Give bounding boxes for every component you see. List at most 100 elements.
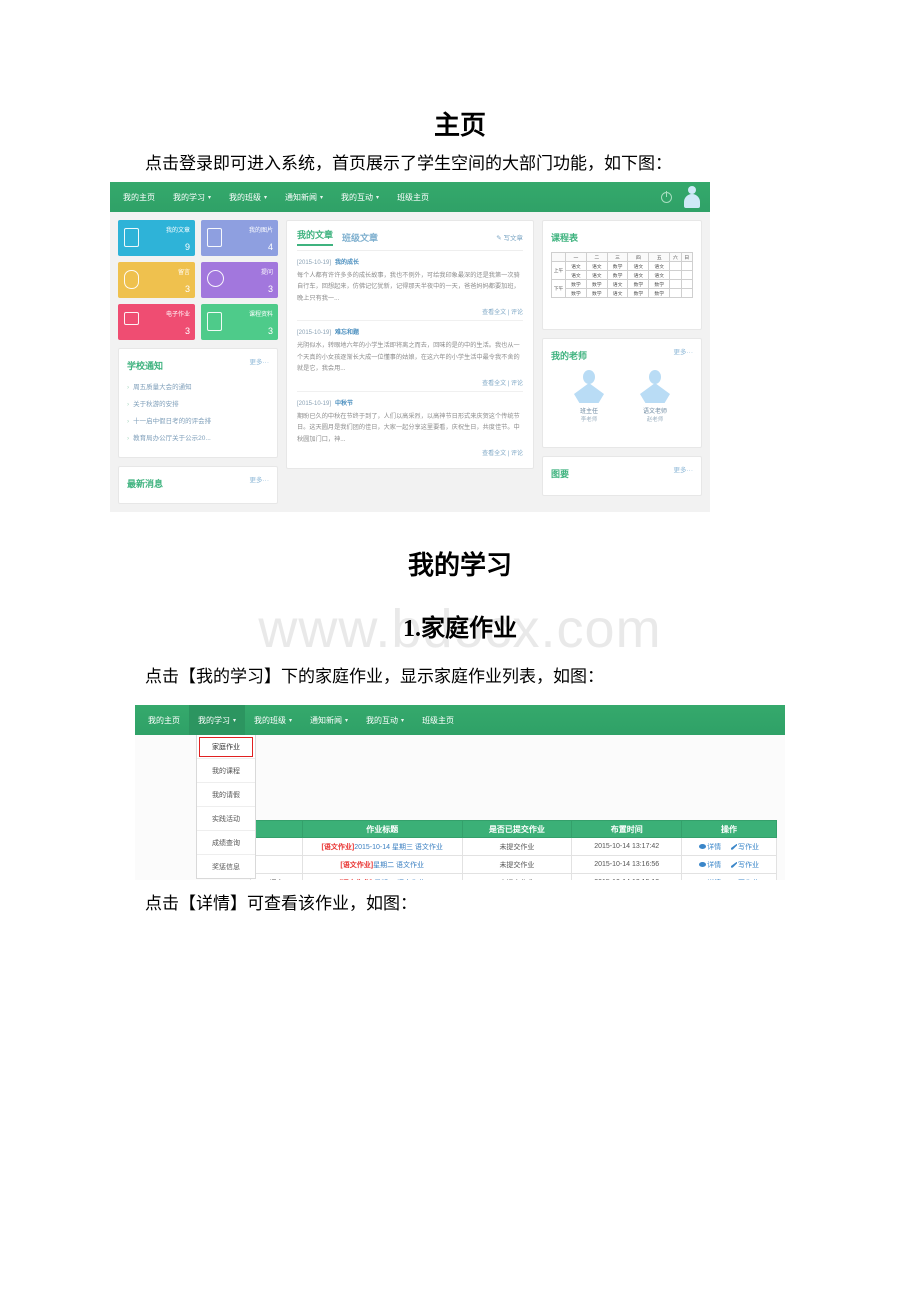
nav-item-my-study[interactable]: 我的学习 ▾ — [164, 182, 220, 212]
more-link[interactable]: 更多··· — [674, 464, 694, 474]
view-full-link[interactable]: 查看全文 — [482, 451, 506, 457]
teacher-item[interactable]: 班主任 李老师 — [563, 370, 615, 423]
schedule-cell: 语文 — [565, 261, 587, 271]
notice-list-item[interactable]: › 十一启中假日考的的评会排 — [127, 415, 269, 425]
homework-title-link[interactable]: 星期二 语文作业 — [373, 862, 424, 869]
nav-item-my-interaction[interactable]: 我的互动 ▾ — [357, 705, 413, 735]
cell-title[interactable]: [语文作业]星期二 语文作业 — [301, 855, 463, 874]
detail-button[interactable]: 详情 — [699, 880, 721, 881]
cell-subject — [250, 855, 303, 874]
document-icon — [124, 228, 139, 247]
nav-item-class-home[interactable]: 班级主页 — [388, 182, 438, 212]
schedule-day: 二 — [585, 252, 608, 262]
comment-link[interactable]: 评论 — [511, 310, 523, 316]
schedule-cell: 数学 — [606, 261, 629, 271]
tile-course-material[interactable]: 课程资料 3 — [201, 304, 278, 340]
schedule-card: 课程表 一 二 三 四 五 六 日 上午 语文 语文 数学 语文 语文 语文 语… — [542, 220, 702, 330]
write-homework-button[interactable]: 写作业 — [731, 862, 759, 869]
teacher-role: 语文老师 — [642, 409, 667, 415]
chevron-down-icon: ▾ — [289, 717, 293, 724]
card-title: 最新消息 — [127, 479, 164, 490]
user-avatar-icon[interactable] — [682, 185, 702, 209]
chevron-down-icon: ▾ — [264, 194, 268, 201]
detail-button[interactable]: 详情 — [699, 862, 721, 869]
more-link[interactable]: 更多··· — [250, 474, 270, 484]
nav-item-label: 我的学习 — [198, 715, 230, 725]
tile-my-articles[interactable]: 我的文章 9 — [118, 220, 195, 256]
schedule-day: 一 — [565, 252, 587, 262]
home-left-column: 我的文章 9 我的图片 4 留言 3 提问 3 电子作业 3 课程资料 3 学校… — [118, 220, 278, 504]
notice-list-item[interactable]: › 关于秋游的安排 — [127, 398, 269, 408]
nav-item-my-interaction[interactable]: 我的互动 ▾ — [332, 182, 388, 212]
nav-item-label: 我的主页 — [123, 192, 155, 202]
menu-item-grade-query[interactable]: 成绩查询 — [197, 831, 255, 855]
tab-my-articles[interactable]: 我的文章 — [297, 228, 334, 246]
write-article-link[interactable]: ✎ 写文章 — [496, 232, 523, 242]
cell-title[interactable]: [语文作业] 星期一 语文作业 — [301, 873, 463, 881]
card-title: 课程表 — [551, 233, 579, 243]
tile-label: 电子作业 — [165, 312, 190, 318]
cell-title[interactable]: [语文作业]2015-10-14 星期三 语文作业 — [301, 837, 463, 856]
menu-item-my-leave[interactable]: 我的请假 — [197, 783, 255, 807]
tile-messages[interactable]: 留言 3 — [118, 262, 195, 298]
homework-title-link[interactable]: 2015-10-14 星期三 语文作业 — [354, 844, 443, 851]
view-full-link[interactable]: 查看全文 — [482, 310, 506, 316]
article-title[interactable]: 我的成长 — [335, 260, 359, 266]
more-link[interactable]: 更多··· — [250, 356, 270, 366]
intro-paragraph-homework: 点击【我的学习】下的家庭作业，显示家庭作业列表，如图： — [145, 667, 604, 686]
article-title[interactable]: 难忘和题 — [335, 330, 359, 336]
nav-item-label: 通知新闻 — [310, 715, 343, 725]
notice-list-item[interactable]: › 周五质量大会的通知 — [127, 381, 269, 391]
chevron-down-icon: ▾ — [345, 717, 349, 724]
cell-subject — [250, 837, 303, 856]
schedule-cell: 语文 — [565, 270, 587, 280]
view-full-link[interactable]: 查看全文 — [482, 381, 506, 387]
nav-item-class-home[interactable]: 班级主页 — [413, 705, 463, 735]
article-title[interactable]: 中秋节 — [335, 401, 353, 407]
intro-paragraph-home: 点击登录即可进入系统，首页展示了学生空间的大部门功能，如下图： — [145, 154, 672, 173]
detail-button[interactable]: 详情 — [699, 844, 721, 851]
schedule-cell — [669, 288, 682, 298]
my-study-dropdown-menu: 家庭作业 我的课程 我的请假 实践活动 成绩查询 奖惩信息 — [196, 735, 256, 879]
write-homework-button[interactable]: 写作业 — [731, 880, 759, 881]
cell-status: 未提交作业 — [461, 855, 573, 874]
comment-link[interactable]: 评论 — [511, 451, 523, 457]
nav-item-my-home[interactable]: 我的主页 — [139, 705, 189, 735]
tile-my-photos[interactable]: 我的图片 4 — [201, 220, 278, 256]
schedule-day: 五 — [648, 252, 671, 262]
menu-item-reward-punishment[interactable]: 奖惩信息 — [197, 855, 255, 878]
cell-actions: 详情 写作业 — [681, 873, 777, 881]
tab-class-articles[interactable]: 班级文章 — [342, 231, 378, 244]
nav-item-my-study[interactable]: 我的学习 ▾ — [189, 705, 246, 735]
nav-item-notice-news[interactable]: 通知新闻 ▾ — [276, 182, 332, 212]
teacher-name: 赵老师 — [646, 417, 664, 423]
nav-item-notice-news[interactable]: 通知新闻 ▾ — [301, 705, 357, 735]
teacher-avatar-icon — [572, 370, 606, 404]
menu-item-practice-activity[interactable]: 实践活动 — [197, 807, 255, 831]
nav-item-my-class[interactable]: 我的班级 ▾ — [245, 705, 301, 735]
more-link[interactable]: 更多··· — [674, 346, 694, 356]
notice-list-item[interactable]: › 教育局办公厅关于公示20... — [127, 432, 269, 442]
write-homework-button[interactable]: 写作业 — [731, 844, 759, 851]
cell-actions: 详情 写作业 — [681, 837, 777, 856]
menu-item-my-courses[interactable]: 我的课程 — [197, 759, 255, 783]
subsection-title-homework: 1.家庭作业 — [403, 616, 517, 642]
comment-link[interactable]: 评论 — [511, 381, 523, 387]
tile-e-homework[interactable]: 电子作业 3 — [118, 304, 195, 340]
avatar-head — [649, 370, 661, 384]
detail-label: 详情 — [707, 861, 722, 869]
cell-time: 2015-10-14 13:16:56 — [571, 855, 683, 874]
schedule-day: 三 — [606, 252, 629, 262]
teacher-item[interactable]: 语文老师 赵老师 — [629, 370, 681, 423]
schedule-row: 下午 数学 数学 语文 数学 数学 — [551, 279, 694, 298]
menu-item-homework[interactable]: 家庭作业 — [197, 735, 255, 759]
power-icon[interactable] — [661, 190, 672, 203]
chevron-down-icon: ▾ — [401, 717, 405, 724]
tile-questions[interactable]: 提问 3 — [201, 262, 278, 298]
nav-item-my-class[interactable]: 我的班级 ▾ — [220, 182, 276, 212]
nav-item-my-home[interactable]: 我的主页 — [114, 182, 164, 212]
avatar-body — [640, 383, 670, 403]
school-notice-card: 学校通知 更多··· › 周五质量大会的通知 › 关于秋游的安排 › 十一启中假日考的… — [118, 348, 278, 459]
homework-title-link[interactable]: 星期一 语文作业 — [374, 880, 425, 881]
teacher-role: 班主任 — [579, 409, 598, 415]
